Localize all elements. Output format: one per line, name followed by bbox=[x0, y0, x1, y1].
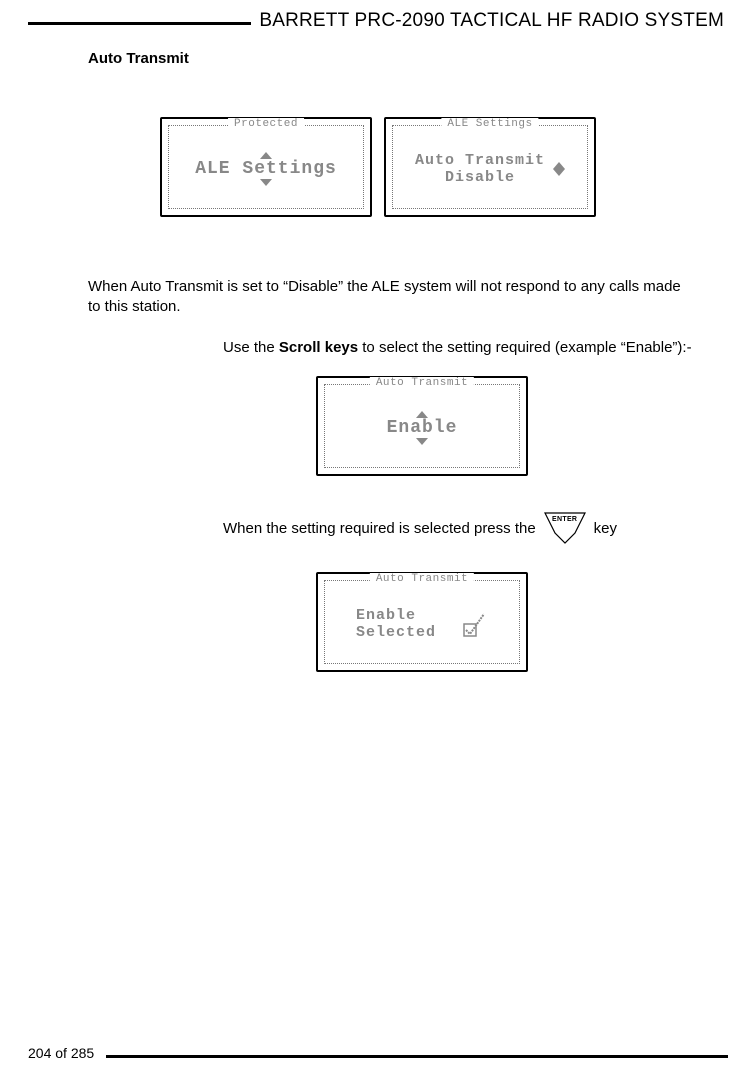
lcd-line: Enable bbox=[387, 418, 458, 438]
lcd-line: Selected bbox=[356, 624, 436, 641]
text: key bbox=[594, 520, 617, 537]
text-bold: Scroll keys bbox=[279, 339, 358, 356]
page-footer: 204 of 285 bbox=[28, 1045, 728, 1065]
enter-key-label: ENTER bbox=[544, 516, 586, 523]
lcd-header-label: ALE Settings bbox=[441, 118, 538, 130]
lcd-line: ALE Settings bbox=[195, 159, 337, 179]
body-paragraph-2: Use the Scroll keys to select the settin… bbox=[223, 338, 694, 358]
lcd-header-label: Auto Transmit bbox=[370, 377, 474, 389]
body-paragraph-1: When Auto Transmit is set to “Disable” t… bbox=[88, 277, 694, 316]
lcd-screen-protected: Protected ALE Settings bbox=[160, 117, 372, 217]
scroll-arrows-icon bbox=[416, 411, 428, 418]
header-title: BARRETT PRC-2090 TACTICAL HF RADIO SYSTE… bbox=[251, 10, 728, 32]
text: When the setting required is selected pr… bbox=[223, 520, 536, 537]
lcd-line: Disable bbox=[445, 169, 515, 186]
lcd-row-2: Auto Transmit Enable bbox=[116, 376, 728, 476]
footer-rule bbox=[28, 1055, 728, 1058]
page-number: 204 of 285 bbox=[28, 1045, 106, 1061]
lcd-row-3: Auto Transmit Enable Selected bbox=[116, 572, 728, 672]
press-line: When the setting required is selected pr… bbox=[223, 512, 728, 544]
lcd-row-1: Protected ALE Settings ALE Settings bbox=[28, 117, 728, 217]
scroll-arrows-icon bbox=[260, 179, 272, 186]
lcd-header-label: Protected bbox=[228, 118, 304, 130]
lcd-screen-selected: Auto Transmit Enable Selected bbox=[316, 572, 528, 672]
text: Use the bbox=[223, 339, 279, 356]
lcd-screen-enable: Auto Transmit Enable bbox=[316, 376, 528, 476]
scroll-arrows-icon bbox=[260, 152, 272, 159]
scroll-arrows-icon bbox=[553, 162, 565, 176]
scroll-arrows-icon bbox=[416, 438, 428, 445]
page-header: BARRETT PRC-2090 TACTICAL HF RADIO SYSTE… bbox=[28, 10, 728, 36]
lcd-screen-ale-settings: ALE Settings Auto Transmit Disable bbox=[384, 117, 596, 217]
text: to select the setting required (example … bbox=[358, 339, 692, 356]
check-icon bbox=[456, 610, 488, 638]
section-title: Auto Transmit bbox=[88, 50, 728, 67]
lcd-line: Auto Transmit bbox=[415, 152, 545, 169]
enter-key-icon: ENTER bbox=[544, 512, 586, 544]
lcd-line: Enable bbox=[356, 607, 416, 624]
lcd-header-label: Auto Transmit bbox=[370, 573, 474, 585]
